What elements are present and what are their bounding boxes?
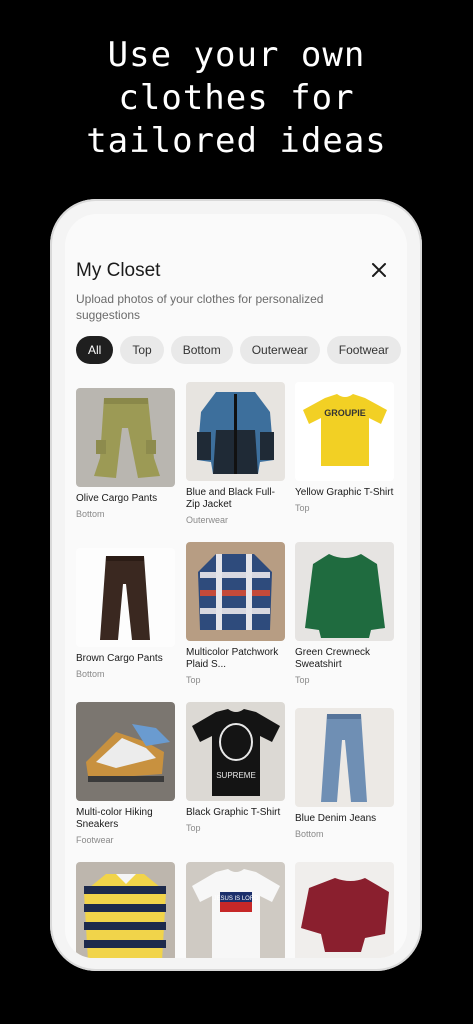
item-name: Black Graphic T-Shirt xyxy=(186,807,281,818)
filter-chips: All Top Bottom Outerwear Footwear xyxy=(76,336,407,364)
red-sweatshirt-image xyxy=(295,862,394,958)
item-category: Footwear xyxy=(76,835,114,845)
close-button[interactable] xyxy=(369,260,389,280)
filter-chip-top[interactable]: Top xyxy=(120,336,164,364)
item-photo-striped-rugby-shirt[interactable] xyxy=(76,862,175,958)
brown-pants-image xyxy=(76,548,175,647)
jacket-image xyxy=(186,382,285,481)
item-photo-white-graphic-tshirt[interactable]: JESUS IS LORD xyxy=(186,862,285,958)
closet-item[interactable]: Multi-color Hiking Sneakers Footwear xyxy=(76,702,175,845)
item-name: Brown Cargo Pants xyxy=(76,653,163,664)
white-tshirt-image: JESUS IS LORD xyxy=(186,862,285,958)
item-name: Multi-color Hiking Sneakers xyxy=(76,807,153,830)
rugby-shirt-image xyxy=(76,862,175,958)
closet-item[interactable]: Blue Denim Jeans Bottom xyxy=(295,708,394,839)
filter-chip-all[interactable]: All xyxy=(76,336,114,364)
item-photo-patchwork-plaid-shirt[interactable] xyxy=(186,542,285,641)
headline: Use your own clothes for tailored ideas xyxy=(0,34,473,163)
item-photo-full-zip-jacket[interactable] xyxy=(186,382,285,481)
item-category: Bottom xyxy=(76,669,105,679)
plaid-shirt-image xyxy=(186,542,285,641)
pants-image xyxy=(76,388,175,487)
headline-line-3: tailored ideas xyxy=(86,121,387,161)
closet-item[interactable] xyxy=(295,862,394,958)
item-category: Bottom xyxy=(295,829,324,839)
filter-chip-footwear[interactable]: Footwear xyxy=(326,336,401,364)
item-photo-red-sweatshirt[interactable] xyxy=(295,862,394,958)
phone-frame: My Closet Upload photos of your clothes … xyxy=(50,199,422,971)
item-category: Bottom xyxy=(76,509,105,519)
closet-item[interactable]: JESUS IS LORD xyxy=(186,862,285,958)
closet-item[interactable]: Brown Cargo Pants Bottom xyxy=(76,548,175,679)
item-name: Green Crewneck Sweatshirt xyxy=(295,647,371,670)
item-photo-green-sweatshirt[interactable] xyxy=(295,542,394,641)
item-category: Top xyxy=(295,503,310,513)
item-category: Top xyxy=(186,823,201,833)
filter-chip-outerwear[interactable]: Outerwear xyxy=(239,336,320,364)
green-sweatshirt-image xyxy=(295,542,394,641)
item-name: Olive Cargo Pants xyxy=(76,493,158,504)
item-name: Blue Denim Jeans xyxy=(295,813,377,824)
item-category: Outerwear xyxy=(186,515,229,525)
closet-item[interactable]: Blue and Black Full-Zip Jacket Outerwear xyxy=(186,382,285,525)
closet-item[interactable]: SUPREME Black Graphic T-Shirt Top xyxy=(186,702,285,833)
closet-item[interactable] xyxy=(76,862,175,958)
filter-chip-bottom[interactable]: Bottom xyxy=(170,336,233,364)
closet-screen: My Closet Upload photos of your clothes … xyxy=(65,214,407,958)
headline-line-1: Use your own xyxy=(107,35,366,75)
closet-item[interactable]: GROUPIE Yellow Graphic T-Shirt Top xyxy=(295,382,394,513)
sneakers-image xyxy=(76,702,175,801)
item-photo-olive-cargo-pants[interactable] xyxy=(76,388,175,487)
tshirt-print-text: GROUPIE xyxy=(324,408,366,418)
closet-item[interactable]: Olive Cargo Pants Bottom xyxy=(76,388,175,519)
headline-line-2: clothes for xyxy=(118,78,355,118)
item-photo-yellow-graphic-tshirt[interactable]: GROUPIE xyxy=(295,382,394,481)
item-name: Blue and Black Full-Zip Jacket xyxy=(186,487,275,510)
item-photo-hiking-sneakers[interactable] xyxy=(76,702,175,801)
tshirt-print-text: JESUS IS LORD xyxy=(213,896,259,902)
jeans-image xyxy=(295,708,394,807)
page-subtitle: Upload photos of your clothes for person… xyxy=(76,292,324,322)
yellow-tshirt-image: GROUPIE xyxy=(295,382,394,481)
black-tshirt-image: SUPREME xyxy=(186,702,285,801)
item-category: Top xyxy=(186,675,201,685)
close-icon xyxy=(372,263,386,277)
item-name: Multicolor Patchwork Plaid S... xyxy=(186,647,279,670)
closet-item[interactable]: Green Crewneck Sweatshirt Top xyxy=(295,542,394,685)
closet-item[interactable]: Multicolor Patchwork Plaid S... Top xyxy=(186,542,285,685)
item-category: Top xyxy=(295,675,310,685)
item-photo-black-graphic-tshirt[interactable]: SUPREME xyxy=(186,702,285,801)
page-title: My Closet xyxy=(76,260,161,281)
item-photo-brown-cargo-pants[interactable] xyxy=(76,548,175,647)
item-name: Yellow Graphic T-Shirt xyxy=(295,487,394,498)
tshirt-print-text: SUPREME xyxy=(216,771,256,780)
item-photo-blue-denim-jeans[interactable] xyxy=(295,708,394,807)
